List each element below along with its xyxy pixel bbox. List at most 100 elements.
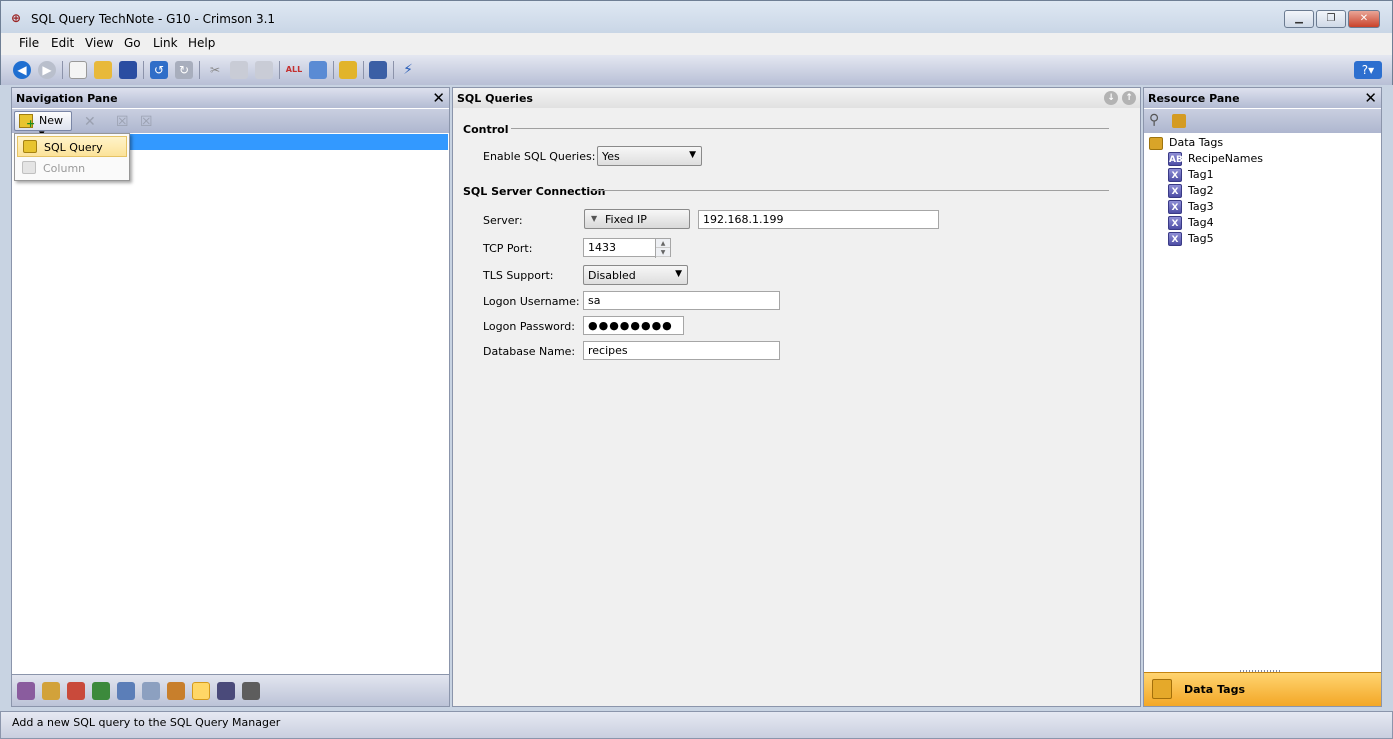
password-input[interactable]: ●●●●●●●●	[583, 316, 684, 335]
tcp-port-stepper[interactable]: 1433 ▲ ▼	[583, 238, 671, 258]
tcp-port-value: 1433	[588, 241, 616, 254]
enable-sql-label: Enable SQL Queries:	[483, 150, 596, 163]
tag-label: Tag2	[1188, 184, 1214, 197]
server-label: Server:	[483, 214, 523, 227]
display-pages-icon[interactable]	[142, 682, 160, 700]
delete-all-icon[interactable]: ☒	[140, 114, 153, 130]
resource-pane: Resource Pane ✕ ⚲ Data Tags AB RecipeNam…	[1143, 87, 1382, 707]
numeric-tag-icon: X	[1168, 232, 1182, 246]
open-folder-icon[interactable]	[94, 61, 112, 79]
data-tags-icon	[1152, 679, 1172, 699]
menu-edit[interactable]: Edit	[51, 36, 74, 50]
close-window-button[interactable]: ✕	[1348, 10, 1380, 28]
tag-label: Tag3	[1188, 200, 1214, 213]
web-server-icon[interactable]	[117, 682, 135, 700]
main-toolbar: ◀ ▶ ↺ ↻ ✂ ALL ⚡ ?▾	[0, 55, 1393, 85]
category-bar	[12, 674, 449, 706]
resource-toolbar: ⚲	[1144, 109, 1381, 133]
enable-sql-select[interactable]: Yes ▼	[597, 146, 702, 166]
close-icon[interactable]: ✕	[1364, 89, 1377, 107]
server-ip-input[interactable]: 192.168.1.199	[698, 210, 939, 229]
arrow-down-icon[interactable]: ↓	[1104, 91, 1118, 105]
search-icon[interactable]: ⚲	[1149, 112, 1159, 128]
menu-help[interactable]: Help	[188, 36, 215, 50]
devices-icon[interactable]	[17, 682, 35, 700]
menu-item-column[interactable]: Column	[17, 158, 127, 179]
find-icon[interactable]	[309, 61, 327, 79]
programs-icon[interactable]	[67, 682, 85, 700]
connection-heading: SQL Server Connection	[463, 185, 606, 198]
menu-item-sql-query[interactable]: SQL Query	[17, 136, 127, 157]
link-icon[interactable]: ⚡	[399, 61, 417, 79]
tls-label: TLS Support:	[483, 269, 554, 282]
window-controls: ▁ ❐ ✕	[1284, 10, 1380, 28]
sql-queries-category-icon[interactable]	[192, 682, 210, 700]
server-mode-label: Fixed IP	[605, 213, 647, 226]
redo-icon[interactable]: ↻	[175, 61, 193, 79]
menu-link[interactable]: Link	[153, 36, 178, 50]
connection-divider	[591, 190, 1109, 191]
save-icon[interactable]	[119, 61, 137, 79]
data-logger-icon[interactable]	[217, 682, 235, 700]
menu-item-sql-query-label: SQL Query	[44, 141, 103, 154]
paste-icon[interactable]	[255, 61, 273, 79]
new-button-label: New	[39, 114, 63, 127]
new-item-icon	[19, 114, 35, 130]
status-text: Add a new SQL query to the SQL Query Man…	[12, 716, 281, 729]
close-icon[interactable]: ✕	[432, 89, 445, 107]
numeric-tag-icon: X	[1168, 200, 1182, 214]
database-input[interactable]: recipes	[583, 341, 780, 360]
new-file-icon[interactable]	[69, 61, 87, 79]
menu-go[interactable]: Go	[124, 36, 141, 50]
menu-file[interactable]: File	[19, 36, 39, 50]
restore-button[interactable]: ❐	[1316, 10, 1346, 28]
status-bar: Add a new SQL query to the SQL Query Man…	[0, 711, 1393, 739]
username-label: Logon Username:	[483, 295, 580, 308]
data-tags-icon[interactable]	[42, 682, 60, 700]
help-icon[interactable]: ?▾	[1354, 61, 1382, 79]
cut-icon[interactable]: ✂	[206, 61, 224, 79]
tag-icon[interactable]	[339, 61, 357, 79]
password-label: Logon Password:	[483, 320, 575, 333]
control-heading: Control	[463, 123, 509, 136]
users-icon[interactable]	[167, 682, 185, 700]
undo-icon[interactable]: ↺	[150, 61, 168, 79]
tag-label: RecipeNames	[1188, 152, 1263, 165]
control-divider	[511, 128, 1109, 129]
app-icon: ⊕	[11, 11, 22, 25]
monitor-icon[interactable]	[369, 61, 387, 79]
string-tag-icon: AB	[1168, 152, 1183, 166]
new-dropdown-menu: SQL Query Column	[14, 133, 130, 181]
tag-label: Tag5	[1188, 232, 1214, 245]
minimize-button[interactable]: ▁	[1284, 10, 1314, 28]
resource-pane-header: Resource Pane ✕	[1144, 88, 1381, 108]
sql-queries-title: SQL Queries	[457, 92, 533, 105]
server-mode-button[interactable]: ▼ Fixed IP	[584, 209, 690, 229]
find-all-icon[interactable]: ALL	[285, 61, 303, 79]
copy-icon[interactable]	[230, 61, 248, 79]
folder-icon	[1149, 137, 1163, 150]
modules-icon[interactable]	[242, 682, 260, 700]
navigation-pane-title: Navigation Pane	[16, 92, 118, 105]
back-icon[interactable]: ◀	[13, 61, 31, 79]
window-title: SQL Query TechNote - G10 - Crimson 3.1	[31, 12, 276, 26]
username-input[interactable]: sa	[583, 291, 780, 310]
navigation-toolbar: New ▾ ✕ ☒ ☒	[12, 109, 449, 140]
forward-icon[interactable]: ▶	[38, 61, 56, 79]
database-label: Database Name:	[483, 345, 576, 358]
tls-select[interactable]: Disabled ▼	[583, 265, 688, 285]
menu-bar: File Edit View Go Link Help	[0, 33, 1393, 55]
delete-list-icon[interactable]: ☒	[116, 114, 129, 130]
hierarchy-icon[interactable]	[92, 682, 110, 700]
tree-view-icon[interactable]	[1172, 114, 1186, 128]
sql-query-icon	[23, 140, 37, 153]
tls-value: Disabled	[588, 269, 636, 282]
new-button[interactable]: New ▾	[14, 111, 72, 140]
menu-view[interactable]: View	[85, 36, 113, 50]
data-tags-category-button[interactable]: Data Tags	[1144, 672, 1381, 706]
delete-icon[interactable]: ✕	[84, 114, 96, 130]
port-spinner[interactable]: ▲ ▼	[655, 239, 670, 258]
arrow-up-icon[interactable]: ↑	[1122, 91, 1136, 105]
chevron-down-icon: ▼	[675, 269, 682, 279]
navigation-pane-header: Navigation Pane ✕	[12, 88, 449, 108]
